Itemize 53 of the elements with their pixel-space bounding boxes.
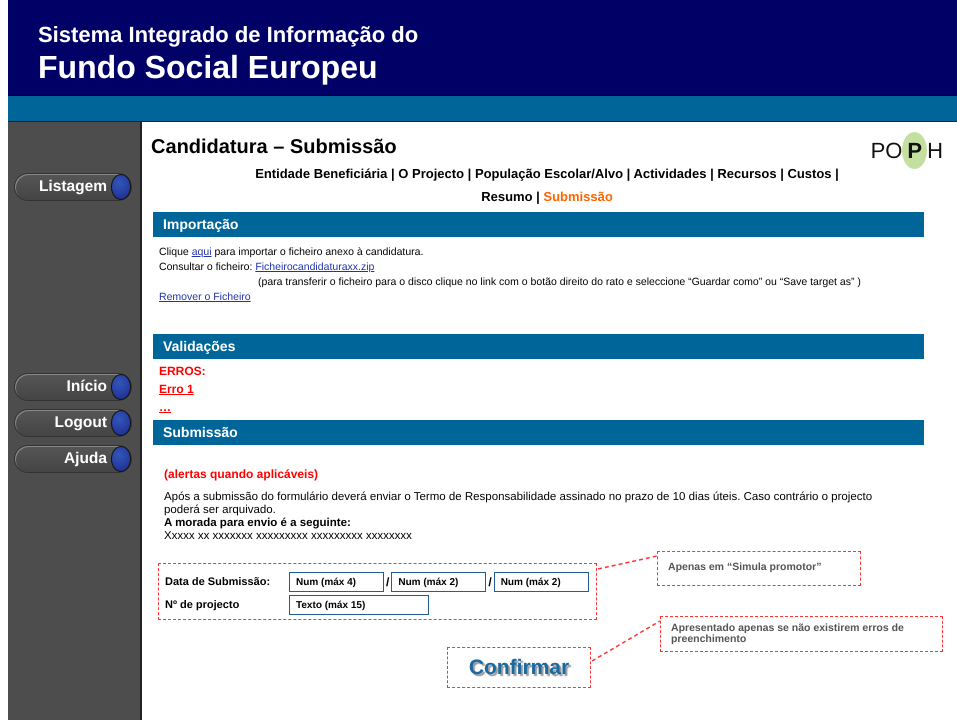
nav-separator: | [536, 189, 540, 204]
nav-link-item[interactable]: Actividades [633, 166, 706, 181]
nav-separator: | [626, 166, 630, 181]
nav-separator: | [780, 166, 784, 181]
circle-icon [111, 446, 131, 472]
annotation-note: Apresentado apenas se não existirem erros de preenchimento [660, 616, 943, 652]
page-title: Candidatura – Submissão [151, 135, 397, 160]
logo: PO P H [870, 132, 943, 169]
address-label: A morada para envio é a seguinte: [164, 517, 352, 530]
circle-icon [111, 410, 131, 436]
date-separator: / [386, 574, 390, 591]
file-label: Consultar o ficheiro: [159, 261, 252, 273]
nav-link-item[interactable]: Custos [787, 166, 832, 181]
fund-title: Fundo Social Europeu [38, 48, 379, 87]
date-separator: / [488, 574, 492, 591]
project-field[interactable]: Texto (máx 15) [289, 595, 429, 615]
import-link[interactable]: aqui [192, 246, 212, 258]
date-field[interactable]: Num (máx 2) [391, 572, 486, 592]
import-instruction: Clique aqui para importar o ficheiro anexo à candidatura. [159, 245, 424, 260]
section-header: Submissão [153, 420, 924, 445]
address-text: Xxxxx xx xxxxxxx xxxxxxxxx xxxxxxxxx xxxxxxxx [164, 530, 413, 543]
nav-link-item[interactable]: Entidade Beneficiária [255, 166, 388, 181]
error-link[interactable]: Erro 1 [159, 382, 194, 396]
sidebar-button[interactable]: Logout [14, 409, 132, 437]
section-header: Validações [153, 334, 924, 359]
date-field[interactable]: Num (máx 2) [494, 572, 589, 592]
sidebar-button[interactable]: Listagem [14, 173, 132, 201]
nav-link-item[interactable]: População Escolar/Alvo [474, 166, 624, 181]
sidebar-button[interactable]: Ajuda [14, 445, 132, 473]
remove-file-link[interactable]: Remover o Ficheiro [159, 291, 251, 303]
circle-icon [111, 374, 131, 400]
project-label: Nº de projecto [165, 598, 240, 613]
system-title: Sistema Integrado de Informação do [38, 22, 420, 48]
nav-link-item[interactable]: O Projecto [398, 166, 464, 181]
annotation-note: Apenas em “Simula promotor” [657, 551, 861, 586]
submission-paragraph: Após a submissão do formulário deverá enviar o Termo de Responsabilidade assinado no prazo de 10 dias úteis. Caso contrário o projecto poderá ser arquivado. [164, 491, 874, 517]
nav-link-item[interactable]: Recursos [717, 166, 777, 181]
nav-separator: | [391, 166, 395, 181]
nav-link-item[interactable]: Resumo [481, 189, 533, 204]
sidebar-button[interactable]: Início [14, 373, 132, 401]
nav-separator: | [710, 166, 714, 181]
nav-separator: | [835, 166, 839, 181]
date-label: Data de Submissão: [165, 574, 272, 590]
errors-label: ERROS: [159, 363, 207, 380]
circle-icon [111, 174, 131, 200]
error-link[interactable]: … [159, 400, 171, 414]
file-link[interactable]: Ficheirocandidaturaxx.zip [255, 261, 374, 273]
nav-separator: | [468, 166, 472, 181]
download-note: (para transferir o ficheiro para o disco clique no link com o botão direito do rato e seleccione “Guardar como” ou “Save target as” ) [258, 275, 862, 290]
alert-text: (alertas quando aplicáveis) [164, 466, 320, 483]
section-header: Importação [153, 212, 924, 237]
date-field[interactable]: Num (máx 4) [289, 572, 384, 592]
leader-line [592, 620, 660, 662]
